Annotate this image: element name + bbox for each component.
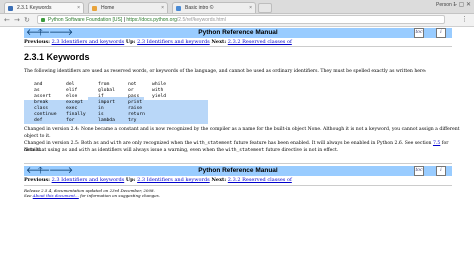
divider [24,185,452,186]
contents-icon[interactable]: toc [414,166,424,176]
about-note: See About this document... for informati… [24,193,160,198]
close-tab-icon[interactable]: × [161,3,164,13]
page-title: 2.3.1 Keywords [24,52,90,62]
previous-link[interactable]: 2.3 Identifiers and keywords [52,177,125,183]
keyword: yield [152,94,167,99]
next-arrow-icon[interactable]: 🡒 [49,166,73,176]
index-icon[interactable]: i [436,166,446,176]
browser-tab-bar: 2.3.1 Keywords × Home × Basic intro © × … [0,0,474,14]
close-tab-icon[interactable]: × [77,3,80,13]
section-link[interactable]: 7.5 [433,141,440,146]
browser-tab-basic-intro[interactable]: Basic intro © × [172,2,256,13]
divider [24,163,452,164]
keyword: for [66,118,75,123]
previous-link[interactable]: 2.3 Identifiers and keywords [52,39,125,45]
back-arrow-icon[interactable]: ← [4,15,10,25]
forward-arrow-icon[interactable]: → [14,15,20,25]
changed-2-4-note: Changed in version 2.4: None became a co… [24,127,460,139]
reload-icon[interactable]: ↻ [24,15,30,25]
intro-paragraph: The following identifiers are used as re… [24,69,427,74]
browser-tab-home[interactable]: Home × [88,2,168,13]
tab-label: 2.3.1 Keywords [17,5,52,11]
up-link[interactable]: 2.3 Identifiers and keywords [137,39,210,45]
address-bar[interactable]: Python Software Foundation [US] | https:… [37,15,445,24]
previous-label: Previous: [24,39,51,45]
manual-title: Python Reference Manual [198,29,278,36]
top-navigation-panel: Python Reference Manual 🡐 🡑 🡒 toc i [24,28,452,38]
browser-toolbar: ← → ↻ Python Software Foundation [US] | … [0,14,474,27]
browser-tab-keywords[interactable]: 2.3.1 Keywords × [4,2,84,13]
python-favicon-icon [8,6,13,11]
previous-label: Previous: [24,177,51,183]
bottom-navigation-panel: Python Reference Manual 🡐 🡑 🡒 toc i [24,166,452,176]
up-link[interactable]: 2.3 Identifiers and keywords [137,177,210,183]
bottom-nav-links: Previous: 2.3 Identifiers and keywords U… [24,177,292,183]
up-label: Up: [125,39,136,45]
up-arrow-icon[interactable]: 🡑 [38,166,43,176]
contents-icon[interactable]: toc [414,28,424,38]
next-label: Next: [211,39,227,45]
index-icon[interactable]: i [436,28,446,38]
keyword: lambda [98,118,115,123]
divider [24,46,452,47]
new-tab-button[interactable] [258,3,272,13]
next-label: Next: [211,177,227,183]
top-nav-links: Previous: 2.3 Identifiers and keywords U… [24,39,292,45]
manual-title: Python Reference Manual [198,167,278,174]
lock-icon [41,18,45,22]
up-label: Up: [125,177,136,183]
next-link[interactable]: 2.3.2 Reserved classes of [228,39,292,45]
about-link[interactable]: About this document... [33,193,79,198]
keyword: try [128,118,137,123]
url-host: https://docs.python.org [126,17,177,23]
security-label: Python Software Foundation [US] [48,17,123,23]
next-link[interactable]: 2.3.2 Reserved classes of [228,177,292,183]
browser-menu-icon[interactable]: ⋮ [461,15,468,23]
page-favicon-icon [92,6,97,11]
close-tab-icon[interactable]: × [249,3,252,13]
warning-note: Note that using as and with as identifie… [24,148,339,153]
url-path: /2.5/ref/keywords.html [176,17,226,23]
tab-label: Home [101,5,115,11]
keyword: def [34,118,43,123]
next-arrow-icon[interactable]: 🡒 [49,28,73,38]
window-controls-icon[interactable]: – ▢ ✕ [454,1,471,8]
tab-label: Basic intro © [185,5,214,11]
page-favicon-icon [176,6,181,11]
up-arrow-icon[interactable]: 🡑 [38,28,43,38]
